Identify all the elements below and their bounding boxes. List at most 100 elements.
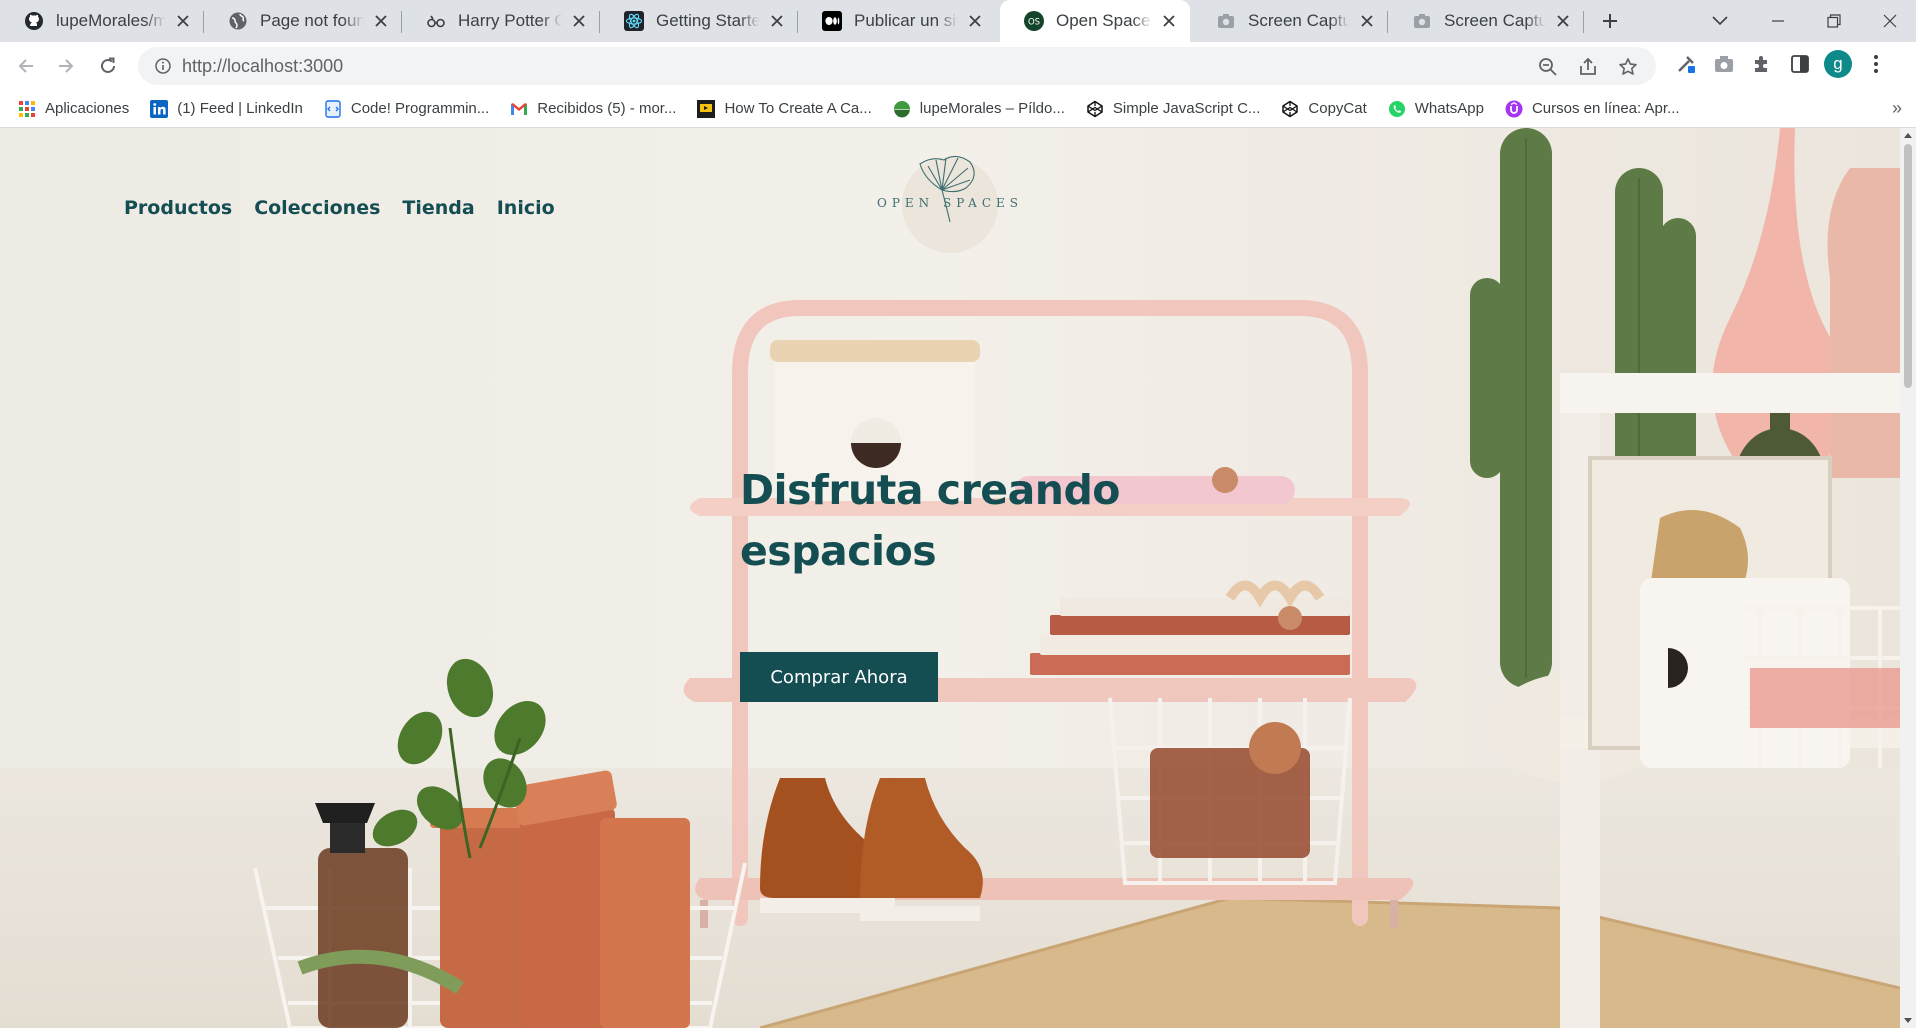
- forward-button[interactable]: [50, 50, 82, 82]
- code-book-icon: [324, 99, 342, 118]
- tab-open-spaces[interactable]: OS Open Spaces: [1000, 0, 1190, 42]
- side-panel-icon[interactable]: [1786, 50, 1814, 78]
- codepen-icon: [1086, 100, 1104, 118]
- close-tab-icon[interactable]: [172, 10, 194, 32]
- tab-page-not-found[interactable]: Page not found ·: [204, 0, 402, 42]
- camera-icon: [1412, 11, 1432, 31]
- nav-link-colecciones[interactable]: Colecciones: [254, 197, 380, 219]
- bookmark-label: CopyCat: [1308, 100, 1367, 117]
- close-icon: [1883, 14, 1897, 28]
- nav-link-productos[interactable]: Productos: [124, 197, 232, 219]
- nav-link-tienda[interactable]: Tienda: [402, 197, 474, 219]
- arrow-left-icon: [18, 59, 33, 73]
- udemy-icon: [1505, 100, 1523, 118]
- close-tab-icon[interactable]: [370, 10, 392, 32]
- bookmark-label: lupeMorales – Píldo...: [919, 100, 1065, 117]
- site-info-icon[interactable]: [144, 58, 182, 74]
- tab-github[interactable]: lupeMorales/mod: [0, 0, 204, 42]
- leaf-icon: [893, 100, 911, 118]
- zoom-icon[interactable]: [1534, 53, 1562, 81]
- bookmark-label: (1) Feed | LinkedIn: [177, 100, 303, 117]
- share-icon[interactable]: [1574, 53, 1602, 81]
- bookmark-aplicaciones[interactable]: Aplicaciones: [18, 100, 129, 118]
- camera-extension-icon[interactable]: [1710, 50, 1738, 78]
- bookmark-cursos[interactable]: Cursos en línea: Apr...: [1505, 100, 1680, 118]
- os-favicon: OS: [1024, 11, 1044, 31]
- bookmark-whatsapp[interactable]: WhatsApp: [1388, 100, 1484, 118]
- puzzle-extensions-icon[interactable]: [1748, 50, 1776, 78]
- bookmark-label: Cursos en línea: Apr...: [1531, 100, 1680, 117]
- tab-title: Page not found ·: [260, 11, 364, 30]
- tab-title: Getting Started –: [656, 11, 760, 30]
- page-viewport: Productos Colecciones Tienda Inicio OPEN…: [0, 128, 1900, 1028]
- tab-getting-started[interactable]: Getting Started –: [600, 0, 798, 42]
- glasses-icon: [426, 11, 446, 31]
- bookmark-label: Code! Programmin...: [350, 100, 490, 117]
- site-nav: Productos Colecciones Tienda Inicio: [124, 197, 555, 219]
- tab-search-button[interactable]: [1692, 0, 1748, 42]
- scroll-up-arrow-icon[interactable]: [1904, 133, 1912, 138]
- scroll-down-arrow-icon[interactable]: [1904, 1018, 1912, 1023]
- tab-screen-capture-2[interactable]: Screen Capture R: [1388, 0, 1584, 42]
- plus-icon: [1603, 14, 1617, 28]
- bookmark-label: Aplicaciones: [45, 100, 130, 117]
- bookmarks-overflow-button[interactable]: »: [1892, 98, 1902, 119]
- new-tab-button[interactable]: [1595, 6, 1625, 36]
- reload-button[interactable]: [92, 50, 124, 82]
- globe-icon: [228, 11, 248, 31]
- bookmark-label: Recibidos (5) - mor...: [537, 100, 677, 117]
- tab-screen-capture-1[interactable]: Screen Capture R: [1192, 0, 1388, 42]
- tab-title: Screen Capture R: [1248, 11, 1350, 30]
- bookmark-gmail[interactable]: Recibidos (5) - mor...: [510, 100, 676, 118]
- react-icon: [624, 11, 644, 31]
- bookmarks-bar: Aplicaciones (1) Feed | LinkedIn Code! P…: [0, 90, 1916, 128]
- bookmark-code-programming[interactable]: Code! Programmin...: [324, 99, 490, 118]
- svg-text:OS: OS: [1028, 18, 1040, 28]
- tab-publicar-sitio[interactable]: Publicar un sitio w: [798, 0, 996, 42]
- back-button[interactable]: [10, 50, 42, 82]
- kebab-menu-icon[interactable]: [1862, 50, 1890, 78]
- tab-title: lupeMorales/mod: [56, 11, 166, 30]
- tab-title: Harry Potter Char: [458, 11, 562, 30]
- video-icon: [697, 99, 716, 118]
- tab-title: Open Spaces: [1056, 11, 1152, 30]
- bookmark-star-icon[interactable]: [1614, 53, 1642, 81]
- bookmark-copycat[interactable]: CopyCat: [1281, 100, 1367, 118]
- bookmark-simple-javascript[interactable]: Simple JavaScript C...: [1086, 100, 1261, 118]
- buy-now-button[interactable]: Comprar Ahora: [740, 652, 938, 702]
- dev-tool-extension-icon[interactable]: [1672, 50, 1700, 78]
- bookmark-linkedin[interactable]: (1) Feed | LinkedIn: [150, 99, 303, 118]
- chevron-down-icon: [1712, 16, 1728, 26]
- close-tab-icon[interactable]: [964, 10, 986, 32]
- extensions-area: g: [1672, 50, 1890, 78]
- tab-title: Screen Capture R: [1444, 11, 1546, 30]
- close-tab-icon[interactable]: [1552, 10, 1574, 32]
- bookmark-label: Simple JavaScript C...: [1112, 100, 1261, 117]
- whatsapp-icon: [1388, 100, 1406, 118]
- close-tab-icon[interactable]: [766, 10, 788, 32]
- profile-avatar[interactable]: g: [1824, 50, 1852, 78]
- logo-text: OPEN SPACES: [876, 196, 1023, 210]
- tab-harry-potter[interactable]: Harry Potter Char: [402, 0, 600, 42]
- medium-icon: [822, 11, 842, 31]
- close-tab-icon[interactable]: [1158, 10, 1180, 32]
- bookmark-pildoras[interactable]: lupeMorales – Píldo...: [893, 100, 1065, 118]
- close-tab-icon[interactable]: [1356, 10, 1378, 32]
- page-scrollbar[interactable]: [1900, 128, 1916, 1028]
- close-tab-icon[interactable]: [568, 10, 590, 32]
- address-bar[interactable]: http://localhost:3000: [138, 47, 1656, 85]
- apps-grid-icon: [18, 100, 36, 118]
- restore-button[interactable]: [1806, 0, 1862, 42]
- minimize-icon: [1772, 20, 1784, 22]
- camera-icon: [1216, 11, 1236, 31]
- scrollbar-thumb[interactable]: [1904, 144, 1912, 388]
- bookmark-label: How To Create A Ca...: [724, 100, 872, 117]
- hero-headline: Disfruta creando espacios: [740, 466, 1120, 575]
- close-window-button[interactable]: [1862, 0, 1916, 42]
- bookmark-how-to-create[interactable]: How To Create A Ca...: [697, 99, 872, 118]
- gmail-icon: [510, 100, 528, 118]
- minimize-button[interactable]: [1750, 0, 1806, 42]
- site-logo[interactable]: OPEN SPACES: [870, 150, 1030, 260]
- url-text[interactable]: http://localhost:3000: [182, 56, 343, 77]
- nav-link-inicio[interactable]: Inicio: [497, 197, 555, 219]
